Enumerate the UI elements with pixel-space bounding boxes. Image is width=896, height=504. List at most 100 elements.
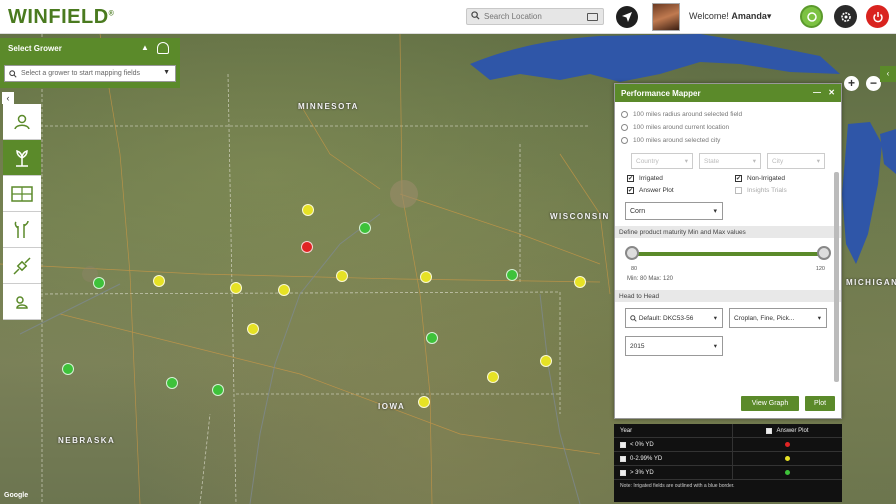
field-marker[interactable] [62, 363, 74, 375]
checkbox-non-irrigated[interactable]: ✔ Non-Irrigated [735, 175, 835, 182]
checkbox-irrigated[interactable]: ✔ Irrigated [627, 175, 735, 182]
slider-track [633, 252, 823, 256]
crop-select[interactable]: Corn ▾ [625, 202, 723, 220]
sync-icon [806, 11, 817, 22]
yellow-dot-icon [785, 456, 790, 461]
radio-field-radius[interactable]: 100 miles radius around selected field [621, 108, 835, 121]
checkbox-label: Insights Trials [747, 187, 787, 194]
legend-row-dot-cell [732, 452, 842, 465]
checkbox-answer-plot[interactable]: ✔ Answer Plot [627, 187, 735, 194]
radio-current-location[interactable]: 100 miles around current location [621, 121, 835, 134]
field-marker[interactable] [506, 269, 518, 281]
checkbox-checked-icon: ✔ [627, 187, 634, 194]
grower-select-placeholder: Select a grower to start mapping fields [21, 70, 141, 77]
search-location[interactable] [466, 8, 604, 25]
user-menu[interactable]: Welcome! Amanda▾ [689, 11, 771, 22]
tool-satellite[interactable] [3, 248, 41, 284]
welcome-text: Welcome! [689, 11, 732, 21]
field-marker[interactable] [247, 323, 259, 335]
checkbox-icon[interactable] [620, 441, 626, 448]
checkbox-checked-icon: ✔ [735, 175, 742, 182]
collapse-caret-icon[interactable]: ▲ [141, 43, 149, 52]
user-icon[interactable] [157, 42, 169, 54]
map-label-iowa: IOWA [378, 402, 406, 411]
crop-icon [14, 220, 29, 238]
plot-button[interactable]: Plot [805, 396, 835, 411]
year-select[interactable]: 2015 ▾ [625, 336, 723, 356]
checkbox-icon[interactable] [620, 469, 626, 476]
select-grower-title: Select Grower [8, 44, 62, 53]
legend-label: 0-2.99% YD [630, 455, 663, 462]
chevron-down-icon: ▾ [713, 315, 717, 322]
performance-mapper-panel: Performance Mapper — ✕ 100 miles radius … [614, 83, 842, 419]
slider-max-handle[interactable] [817, 246, 831, 260]
checkbox-checked-icon: ✔ [627, 175, 634, 182]
field-marker[interactable] [359, 222, 371, 234]
chevron-down-icon: ▾ [817, 315, 821, 322]
yield-legend: Year Answer Plot < 0% YD 0-2.99% YD > 3%… [614, 424, 842, 502]
field-marker[interactable] [418, 396, 430, 408]
search-icon [471, 11, 480, 22]
radio-city[interactable]: 100 miles around selected city [621, 134, 835, 147]
minimize-icon[interactable]: — [813, 88, 821, 97]
field-marker[interactable] [420, 271, 432, 283]
legend-row-label: < 0% YD [614, 441, 732, 448]
navigate-location-button[interactable] [616, 6, 638, 28]
close-icon[interactable]: ✕ [828, 88, 835, 97]
field-marker[interactable] [230, 282, 242, 294]
maturity-minmax-text: Min: 80 Max: 120 [627, 276, 674, 282]
slider-min-label: 80 [631, 266, 638, 272]
slider-min-handle[interactable] [625, 246, 639, 260]
city-select[interactable]: City ▾ [767, 153, 825, 169]
tool-performance-mapper[interactable] [3, 140, 41, 176]
checkbox-insights-trials[interactable]: Insights Trials [735, 187, 835, 194]
compare-select[interactable]: Croplan, Fine, Pick... ▾ [729, 308, 827, 328]
country-select[interactable]: Country ▾ [631, 153, 693, 169]
checkbox-icon[interactable] [620, 455, 626, 462]
field-marker[interactable] [302, 204, 314, 216]
legend-row: < 0% YD [614, 438, 842, 452]
checkbox-icon[interactable] [766, 427, 773, 434]
tool-weather[interactable] [3, 284, 41, 320]
keyboard-icon[interactable] [587, 13, 598, 21]
state-select[interactable]: State ▾ [699, 153, 761, 169]
legend-label: < 0% YD [630, 441, 654, 448]
search-location-input[interactable] [484, 12, 578, 21]
user-avatar[interactable] [652, 3, 680, 31]
checkbox-label: Answer Plot [639, 187, 674, 194]
tool-grower[interactable] [3, 104, 41, 140]
field-marker[interactable] [540, 355, 552, 367]
field-marker[interactable] [166, 377, 178, 389]
grower-icon [14, 114, 30, 129]
field-marker[interactable] [93, 277, 105, 289]
performance-mapper-body: 100 miles radius around selected field 1… [615, 102, 841, 418]
logout-button[interactable] [866, 5, 889, 28]
field-marker[interactable] [574, 276, 586, 288]
view-graph-button[interactable]: View Graph [741, 396, 799, 411]
collapse-toolbar-button[interactable]: ‹ [2, 92, 14, 104]
grower-select[interactable]: Select a grower to start mapping fields … [4, 65, 176, 82]
map-side-tab[interactable]: ‹ [880, 66, 896, 82]
field-marker[interactable] [487, 371, 499, 383]
field-marker[interactable] [426, 332, 438, 344]
field-type-checkboxes: ✔ Irrigated ✔ Non-Irrigated ✔ Answer Plot I… [627, 175, 835, 194]
tool-crop[interactable] [3, 212, 41, 248]
field-marker[interactable] [153, 275, 165, 287]
settings-button[interactable] [834, 5, 857, 28]
maturity-range-slider[interactable] [625, 242, 831, 266]
sync-button[interactable] [800, 5, 823, 28]
panel-scrollbar[interactable] [834, 172, 839, 382]
state-select-label: State [704, 158, 720, 165]
field-marker[interactable] [212, 384, 224, 396]
legend-row-label: > 3% YD [614, 469, 732, 476]
legend-header-row: Year Answer Plot [614, 424, 842, 438]
field-marker[interactable] [278, 284, 290, 296]
winfield-logo[interactable]: WINFIELD® [8, 6, 114, 29]
field-marker[interactable] [336, 270, 348, 282]
radio-label: 100 miles around current location [633, 124, 730, 131]
tool-fields[interactable] [3, 176, 41, 212]
field-marker[interactable] [301, 241, 313, 253]
zoom-in-button[interactable]: + [844, 76, 859, 91]
zoom-out-button[interactable]: − [866, 76, 881, 91]
product-select[interactable]: Default: DKC53-56 ▾ [625, 308, 723, 328]
